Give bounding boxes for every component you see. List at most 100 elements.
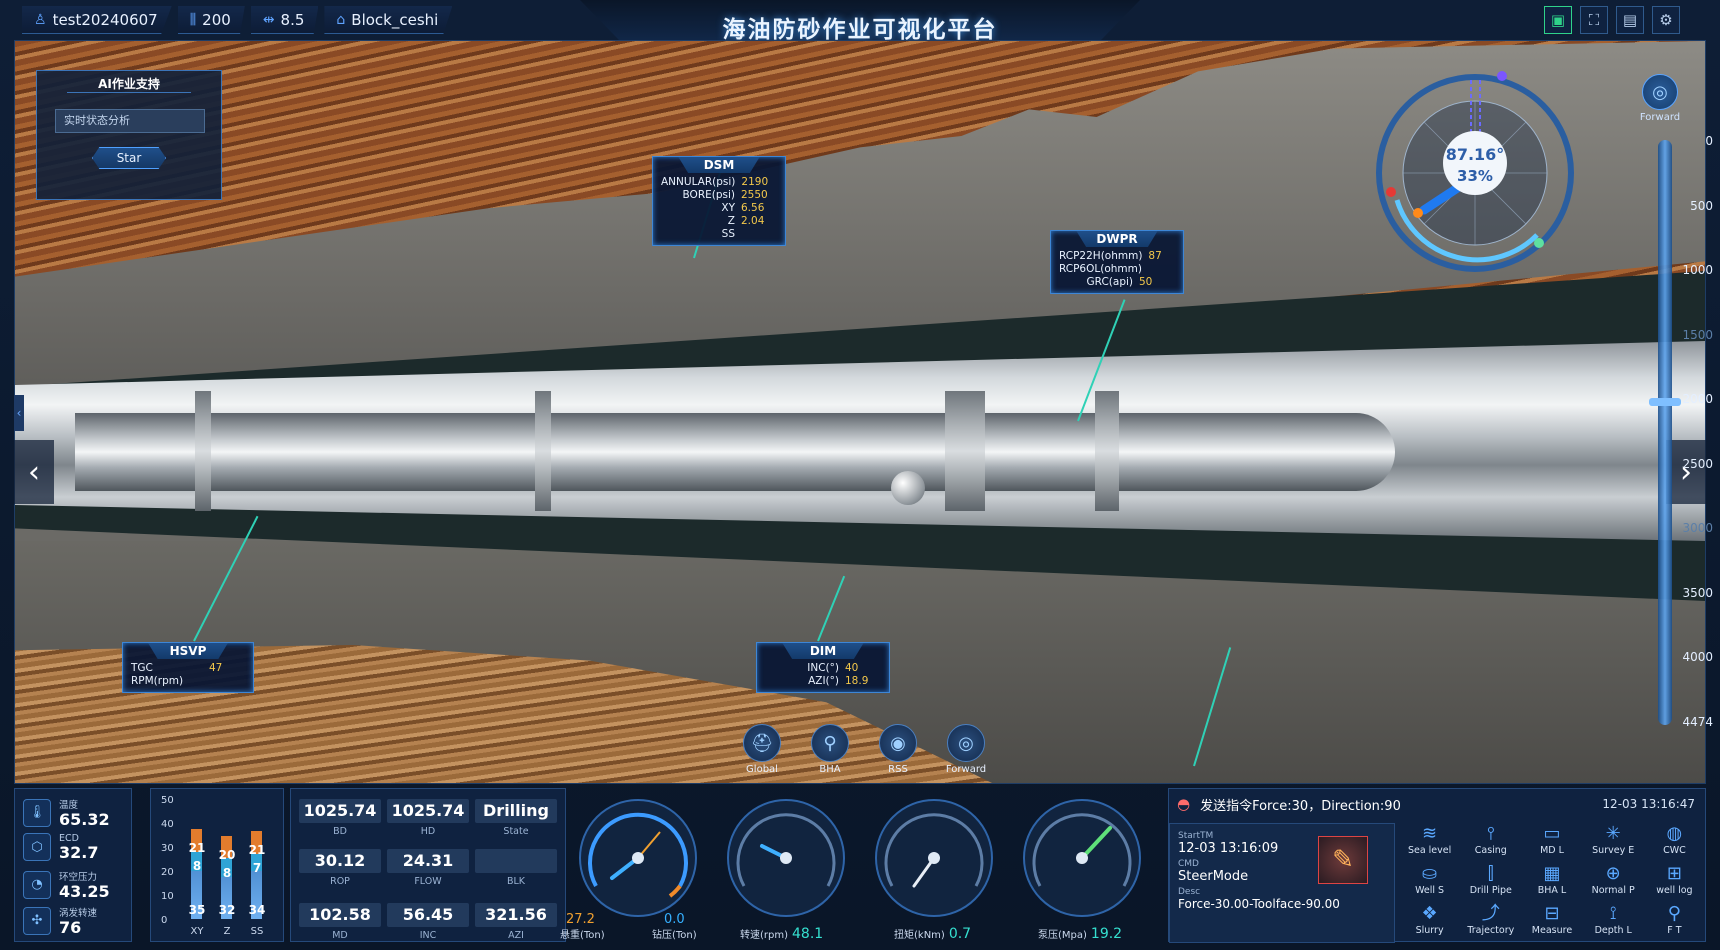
compass-angle: 87.16°	[1446, 145, 1505, 164]
pump-pressure-gauge	[1023, 799, 1141, 917]
rpm-gauge	[727, 799, 845, 917]
view-rss[interactable]: ◉ RSS	[876, 724, 920, 775]
measure-icon: ⊟	[1544, 903, 1560, 924]
view-forward[interactable]: ◎ Forward	[944, 724, 988, 775]
stat-label: ROP	[330, 876, 350, 887]
view-global[interactable]: ⛑ Global	[740, 724, 784, 775]
tool-slurry[interactable]: ❖ Slurry	[1399, 903, 1460, 943]
torque-gauge	[875, 799, 993, 917]
view-switcher: ⛑ Global ⚲ BHA ◉ RSS ◎ Forward	[740, 724, 988, 775]
size-chip[interactable]: ⇹ 8.5	[250, 6, 319, 34]
tool-depth-l[interactable]: ⟟ Depth L	[1583, 903, 1644, 943]
normal-p-icon: ⊕	[1605, 863, 1621, 884]
top-bar: ♙ test20240607 ⫼ 200 ⇹ 8.5 ⌂ Block_ceshi 海油防…	[0, 0, 1720, 46]
toolface-compass[interactable]: 87.16° 33%	[1372, 70, 1578, 276]
hsvp-callout[interactable]: HSVP TGC RPM(rpm) 47	[122, 642, 254, 693]
well-name-chip[interactable]: ♙ test20240607	[22, 6, 172, 34]
fullscreen-icon[interactable]: ⛶	[1580, 6, 1608, 34]
stat-value: 321.56	[475, 903, 557, 927]
tool-collar	[535, 391, 551, 511]
stat-hd: 1025.74 HD	[387, 799, 469, 837]
metric-turbine-speed: ✣ 涡发转速 76	[23, 905, 97, 936]
bottom-dashboard: 🌡 温度 65.32 ⬡ ECD 32.7 ◔ 环空压力 43.25 ✣ 涡发转速 76 50 4…	[14, 788, 1706, 948]
thermometer-icon: 🌡	[23, 798, 51, 827]
tool-normal-p[interactable]: ⊕ Normal P	[1583, 863, 1644, 903]
bar-value-label: 21	[188, 841, 206, 855]
tool-cwc[interactable]: ◍ CWC	[1644, 823, 1705, 863]
tool-f-t[interactable]: ⚲ F T	[1644, 903, 1705, 943]
tool-body	[75, 413, 1395, 491]
depth-scale[interactable]: 0 500 1000 1500 2000 2500 3000 3500 4000 4474	[1649, 134, 1713, 730]
command-time: 12-03 13:16:47	[1602, 797, 1695, 811]
tool-md-l[interactable]: ▭ MD L	[1521, 823, 1582, 863]
global-icon: ⛑	[743, 724, 781, 762]
stat-label: INC	[419, 930, 437, 941]
stat-label: HD	[420, 826, 436, 837]
app-root: ♙ test20240607 ⫼ 200 ⇹ 8.5 ⌂ Block_ceshi 海油防…	[0, 0, 1720, 950]
tool-sea-level[interactable]: ≋ Sea level	[1399, 823, 1460, 863]
survey-icon: ✳	[1605, 823, 1621, 844]
hookload-gauge	[579, 799, 697, 917]
metric-ecd: ⬡ ECD 32.7	[23, 833, 98, 861]
stat-state: Drilling State	[475, 799, 557, 837]
width-icon: ⇹	[262, 11, 275, 28]
forward-view-button[interactable]: ◎ Forward	[1636, 74, 1684, 123]
block-chip[interactable]: ⌂ Block_ceshi	[324, 6, 453, 34]
depth-tick: 1000	[1682, 263, 1713, 277]
tool-drill-pipe[interactable]: ⫿ Drill Pipe	[1460, 863, 1521, 903]
tool-bha-l[interactable]: ▦ BHA L	[1521, 863, 1582, 903]
user-icon: ♙	[34, 11, 47, 28]
settings-icon[interactable]: ⚙	[1652, 6, 1680, 34]
depth-tick: 2500	[1682, 456, 1713, 471]
stat-label: BD	[333, 826, 347, 837]
analysis-select[interactable]: 实时状态分析	[55, 109, 205, 133]
wob-label: 钻压(Ton)	[652, 930, 697, 941]
metric-annulus-pressure: ◔ 环空压力 43.25	[23, 869, 110, 900]
bar-value-label: 20	[218, 848, 236, 863]
page-title: 海油防砂作业可视化平台	[722, 17, 998, 43]
stat-bd: 1025.74 BD	[299, 799, 381, 837]
command-text: 发送指令Force:30，Direction:90	[1200, 798, 1401, 814]
sea-level-icon: ≋	[1422, 823, 1438, 844]
depth-l-icon: ⟟	[1609, 903, 1617, 924]
forward-icon: ◎	[947, 724, 985, 762]
block-icon: ⌂	[336, 11, 346, 28]
report-icon[interactable]: ▤	[1616, 6, 1644, 34]
tool-trajectory[interactable]: ⤴ Trajectory	[1460, 903, 1521, 943]
view-bha[interactable]: ⚲ BHA	[808, 724, 852, 775]
rpm-label: 转速(rpm) 48.1	[740, 926, 824, 942]
tool-casing[interactable]: ⫯ Casing	[1460, 823, 1521, 863]
stat-md: 102.58 MD	[299, 903, 381, 941]
tool-well-s[interactable]: ⛀ Well S	[1399, 863, 1460, 903]
bar-value-label: 35	[188, 903, 206, 917]
stat-blk: BLK	[475, 849, 557, 887]
dsm-callout[interactable]: DSM ANNULAR(psi) 2190 BORE(psi) 2550 XY 6.5…	[652, 156, 786, 246]
dwpr-callout[interactable]: DWPR RCP22H(ohmm) 87 RCP6OL(ohmm) GRC(api…	[1050, 230, 1184, 294]
depth-chip[interactable]: ⫼ 200	[177, 6, 245, 34]
collapse-left-icon[interactable]: ‹	[14, 395, 24, 431]
x-tick-label: SS	[250, 926, 264, 937]
stat-label: State	[503, 826, 529, 837]
tool-survey-e[interactable]: ✳ Survey E	[1583, 823, 1644, 863]
dim-callout[interactable]: DIM INC(°) 40 AZI(°) 18.9	[756, 642, 890, 693]
star-button[interactable]: Star	[92, 147, 166, 169]
tool-measure[interactable]: ⊟ Measure	[1521, 903, 1582, 943]
y-tick-label: 20	[161, 867, 174, 878]
torque-label: 扭矩(kNm) 0.7	[894, 926, 972, 942]
x-tick-label: XY	[190, 926, 204, 937]
bha-l-icon: ▦	[1543, 863, 1561, 884]
purple-marker	[1497, 71, 1507, 81]
ft-icon: ⚲	[1667, 903, 1681, 924]
bar-value-label: 32	[218, 903, 236, 917]
screen-icon[interactable]: ▣	[1544, 6, 1572, 34]
bha-icon: ⚲	[811, 724, 849, 762]
stat-label: MD	[332, 930, 348, 941]
tool-well-log[interactable]: ⊞ well log	[1644, 863, 1705, 903]
hookload-value: 27.2	[566, 912, 595, 927]
stat-label: FLOW	[414, 876, 442, 887]
ai-support-panel: AI作业支持 实时状态分析 Star	[36, 70, 222, 200]
well-s-icon: ⛀	[1422, 863, 1438, 884]
tool-thumbnail: ✎	[1318, 836, 1368, 884]
prev-arrow-icon[interactable]: ‹	[14, 440, 54, 504]
tool-collar	[195, 391, 211, 511]
